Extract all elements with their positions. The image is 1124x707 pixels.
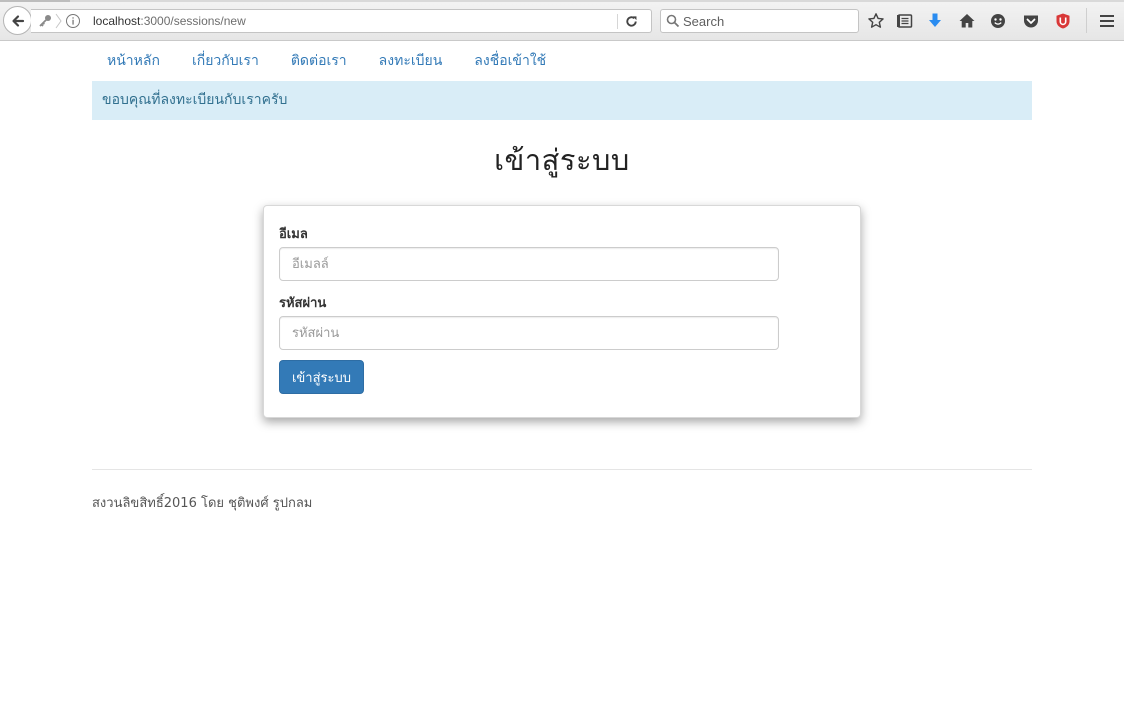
star-icon	[868, 13, 884, 28]
email-label: อีเมล	[279, 227, 308, 242]
info-icon[interactable]	[65, 13, 81, 29]
home-button[interactable]	[957, 11, 977, 31]
tab-strip-edge	[0, 0, 1124, 2]
url-bar[interactable]: localhost:3000/sessions/new	[31, 9, 652, 33]
url-host: localhost	[93, 14, 141, 28]
page-container: หน้าหลัก เกี่ยวกับเรา ติดต่อเรา ลงทะเบีย…	[92, 41, 1032, 511]
password-field[interactable]	[279, 316, 779, 350]
url-text[interactable]: localhost:3000/sessions/new	[93, 14, 246, 28]
email-field[interactable]	[279, 247, 779, 281]
ublock-icon	[1056, 13, 1070, 29]
back-button[interactable]	[3, 6, 32, 35]
page-title: เข้าสู่ระบบ	[494, 143, 630, 177]
url-path: :3000/sessions/new	[140, 14, 246, 28]
downloads-button[interactable]	[925, 11, 945, 31]
footer-divider	[92, 469, 1032, 470]
nav-register[interactable]: ลงทะเบียน	[363, 41, 459, 81]
nav-about[interactable]: เกี่ยวกับเรา	[176, 41, 275, 81]
url-separator	[617, 14, 618, 29]
search-bar[interactable]	[660, 9, 859, 33]
password-label: รหัสผ่าน	[279, 296, 327, 311]
nav-home[interactable]: หน้าหลัก	[92, 41, 176, 81]
toolbar-divider	[1086, 8, 1087, 33]
pocket-icon	[1024, 15, 1038, 28]
bookmark-button[interactable]	[866, 11, 886, 31]
download-icon	[929, 13, 941, 27]
reading-list-icon	[897, 14, 913, 28]
key-icon[interactable]	[37, 13, 53, 29]
flash-alert: ขอบคุณที่ลงทะเบียนกับเราครับ	[92, 81, 1032, 120]
home-icon	[959, 14, 975, 28]
ublock-button[interactable]	[1053, 11, 1073, 31]
reading-list-button[interactable]	[895, 11, 915, 31]
search-input[interactable]	[683, 12, 853, 30]
back-arrow-icon	[11, 14, 24, 27]
reload-button[interactable]	[624, 14, 639, 33]
browser-toolbar: localhost:3000/sessions/new	[0, 0, 1124, 41]
main-navbar: หน้าหลัก เกี่ยวกับเรา ติดต่อเรา ลงทะเบีย…	[92, 41, 1032, 81]
reload-icon	[626, 16, 637, 27]
login-card: อีเมล รหัสผ่าน เข้าสู่ระบบ	[263, 205, 861, 418]
menu-button[interactable]	[1097, 11, 1117, 31]
footer-copyright: สงวนลิขสิทธิ์2016 โดย ชุติพงศ์ รูปกลม	[92, 496, 313, 511]
nav-contact[interactable]: ติดต่อเรา	[275, 41, 363, 81]
nav-login[interactable]: ลงชื่อเข้าใช้	[458, 41, 562, 81]
emoji-icon	[991, 14, 1005, 28]
search-icon	[666, 14, 680, 28]
hamburger-menu-icon	[1100, 15, 1114, 27]
chevron-right-icon	[55, 13, 62, 29]
pocket-button[interactable]	[1021, 11, 1041, 31]
emoji-extension-button[interactable]	[988, 11, 1008, 31]
login-submit-button[interactable]: เข้าสู่ระบบ	[279, 360, 364, 394]
